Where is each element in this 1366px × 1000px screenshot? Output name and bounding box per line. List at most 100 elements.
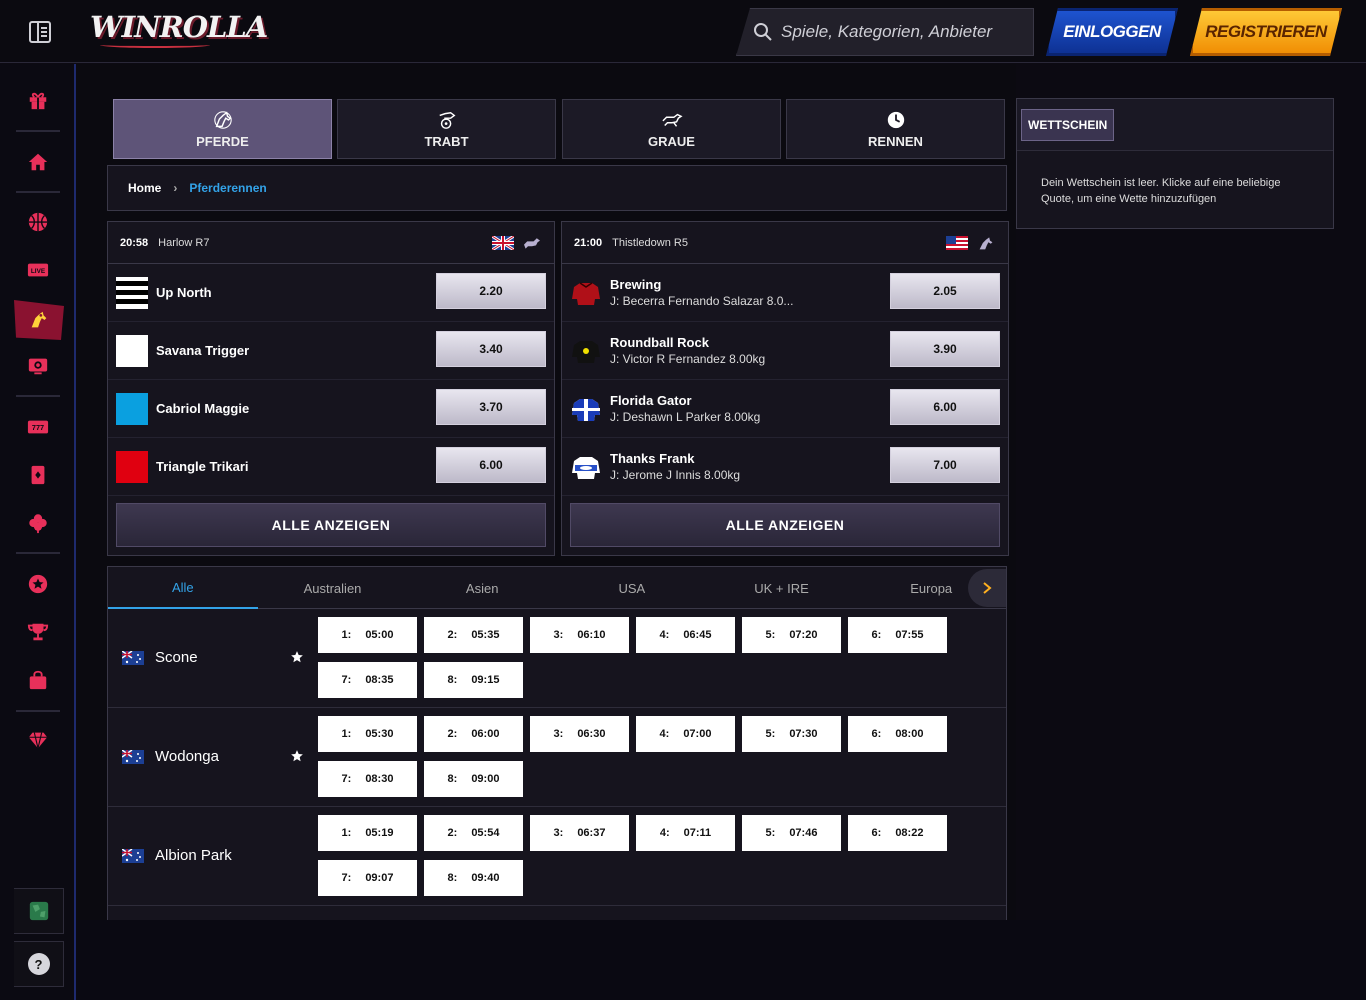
- sidebar-cards-icon[interactable]: [18, 457, 58, 493]
- sidebar-gift-icon[interactable]: [18, 82, 58, 118]
- login-button[interactable]: EINLOGGEN: [1046, 8, 1178, 56]
- silk-jersey-black-icon: [572, 340, 600, 363]
- race-time-button[interactable]: 1: 05:00: [318, 617, 417, 653]
- breadcrumb: Home › Pferderennen: [107, 165, 1007, 211]
- horse-icon: [213, 110, 232, 129]
- category-tab-races[interactable]: RENNEN: [786, 99, 1005, 159]
- sidebar-live-icon[interactable]: LIVE: [18, 252, 58, 288]
- site-logo[interactable]: WINROLLA: [90, 10, 268, 44]
- star-icon[interactable]: [290, 650, 304, 664]
- odds-button[interactable]: 3.70: [436, 389, 546, 425]
- runner-row: Savana Trigger 3.40: [108, 322, 554, 380]
- sidebar-slots-icon[interactable]: 777: [18, 409, 58, 445]
- breadcrumb-home[interactable]: Home: [128, 181, 161, 195]
- language-globe-icon[interactable]: [14, 888, 64, 934]
- race-time-button[interactable]: 6: 08:00: [848, 716, 947, 752]
- race-time-button[interactable]: 8: 09:40: [424, 860, 523, 896]
- race-time-button[interactable]: 4: 07:11: [636, 815, 735, 851]
- odds-button[interactable]: 2.20: [436, 273, 546, 309]
- race-start-time: 08:00: [895, 728, 924, 740]
- chevron-right-icon[interactable]: [968, 569, 1006, 607]
- show-all-button[interactable]: ALLE ANZEIGEN: [570, 503, 1000, 547]
- sidebar-shop-icon[interactable]: [18, 662, 58, 698]
- silk-red-icon: [116, 450, 148, 483]
- category-tab-greyhounds[interactable]: GRAUE: [562, 99, 781, 159]
- runner-jockey: J: Deshawn L Parker 8.00kg: [610, 410, 761, 424]
- race-time-button[interactable]: 3: 06:10: [530, 617, 629, 653]
- race-time-button[interactable]: 2: 06:00: [424, 716, 523, 752]
- race-time-button[interactable]: 5: 07:20: [742, 617, 841, 653]
- race-time-button[interactable]: 6: 08:22: [848, 815, 947, 851]
- race-start-time: 06:00: [471, 728, 500, 740]
- category-label: PFERDE: [196, 133, 249, 149]
- sidebar-trophy-icon[interactable]: [18, 614, 58, 650]
- race-time-button[interactable]: 3: 06:37: [530, 815, 629, 851]
- race-time-button[interactable]: 1: 05:30: [318, 716, 417, 752]
- main-content: PFERDE TRABT GRAUE RENNEN Home › Pferder…: [76, 64, 1016, 926]
- category-tab-horses[interactable]: PFERDE: [113, 99, 332, 159]
- odds-button[interactable]: 6.00: [436, 447, 546, 483]
- search-box[interactable]: [736, 8, 1034, 56]
- region-tabs: Alle Australien Asien USA UK + IRE Europ…: [108, 567, 1006, 609]
- region-tab-usa[interactable]: USA: [557, 567, 707, 609]
- race-start-time: 06:37: [577, 827, 606, 839]
- help-button[interactable]: ?: [14, 941, 64, 987]
- sidebar-live-casino-icon[interactable]: [18, 348, 58, 384]
- race-time-button[interactable]: 8: 09:00: [424, 761, 523, 797]
- race-time-button[interactable]: 6: 07:55: [848, 617, 947, 653]
- sidebar-star-badge-icon[interactable]: [18, 566, 58, 602]
- runner-name: Roundball Rock: [610, 335, 709, 350]
- race-time-button[interactable]: 4: 07:00: [636, 716, 735, 752]
- sidebar-diamond-icon[interactable]: [18, 722, 58, 758]
- race-time-button[interactable]: 7: 08:35: [318, 662, 417, 698]
- runner-name: Florida Gator: [610, 393, 692, 408]
- sidebar-home-icon[interactable]: [18, 144, 58, 180]
- odds-button[interactable]: 2.05: [890, 273, 1000, 309]
- region-tab-asia[interactable]: Asien: [407, 567, 557, 609]
- category-tab-trotting[interactable]: TRABT: [337, 99, 556, 159]
- race-time: 20:58: [120, 236, 149, 249]
- race-time-button[interactable]: 5: 07:30: [742, 716, 841, 752]
- odds-button[interactable]: 3.90: [890, 331, 1000, 367]
- register-button[interactable]: REGISTRIEREN: [1190, 8, 1342, 56]
- region-tab-uk-ire[interactable]: UK + IRE: [707, 567, 857, 609]
- australia-flag-icon: [122, 750, 144, 764]
- sidebar-horse-racing-icon[interactable]: [14, 300, 64, 340]
- sidebar-toggle-icon[interactable]: [26, 18, 54, 46]
- race-number: 6:: [871, 827, 882, 839]
- race-time-button[interactable]: 2: 05:35: [424, 617, 523, 653]
- race-start-time: 07:30: [789, 728, 818, 740]
- race-time-button[interactable]: 5: 07:46: [742, 815, 841, 851]
- odds-button[interactable]: 3.40: [436, 331, 546, 367]
- race-number: 1:: [341, 629, 352, 641]
- page-footer-area: [76, 920, 1366, 1000]
- race-time-button[interactable]: 8: 09:15: [424, 662, 523, 698]
- meeting-name[interactable]: Wodonga: [155, 748, 219, 765]
- odds-button[interactable]: 6.00: [890, 389, 1000, 425]
- race-number: 5:: [765, 827, 776, 839]
- show-all-button[interactable]: ALLE ANZEIGEN: [116, 503, 546, 547]
- runner-row: Brewing J: Becerra Fernando Salazar 8.0..…: [562, 264, 1008, 322]
- race-number: 1:: [341, 728, 352, 740]
- race-time-button[interactable]: 3: 06:30: [530, 716, 629, 752]
- sidebar-divider: [16, 395, 60, 397]
- help-icon: ?: [27, 953, 50, 975]
- race-time-button[interactable]: 1: 05:19: [318, 815, 417, 851]
- betslip-title[interactable]: WETTSCHEIN: [1021, 109, 1115, 141]
- uk-flag-icon: [492, 235, 514, 250]
- sidebar-clover-icon[interactable]: [18, 505, 58, 541]
- race-start-time: 08:35: [365, 674, 394, 686]
- search-input[interactable]: [781, 22, 1021, 42]
- star-icon[interactable]: [290, 749, 304, 763]
- race-card-thistledown: 21:00 Thistledown R5 Brewing J: Becerra F…: [561, 221, 1009, 556]
- region-tab-australia[interactable]: Australien: [258, 567, 408, 609]
- odds-button[interactable]: 7.00: [890, 447, 1000, 483]
- meeting-name[interactable]: Albion Park: [155, 847, 232, 864]
- race-time-button[interactable]: 4: 06:45: [636, 617, 735, 653]
- race-time-button[interactable]: 7: 09:07: [318, 860, 417, 896]
- sidebar-basketball-icon[interactable]: [18, 204, 58, 240]
- region-tab-all[interactable]: Alle: [108, 567, 258, 609]
- race-time-button[interactable]: 7: 08:30: [318, 761, 417, 797]
- meeting-name[interactable]: Scone: [155, 649, 198, 666]
- race-time-button[interactable]: 2: 05:54: [424, 815, 523, 851]
